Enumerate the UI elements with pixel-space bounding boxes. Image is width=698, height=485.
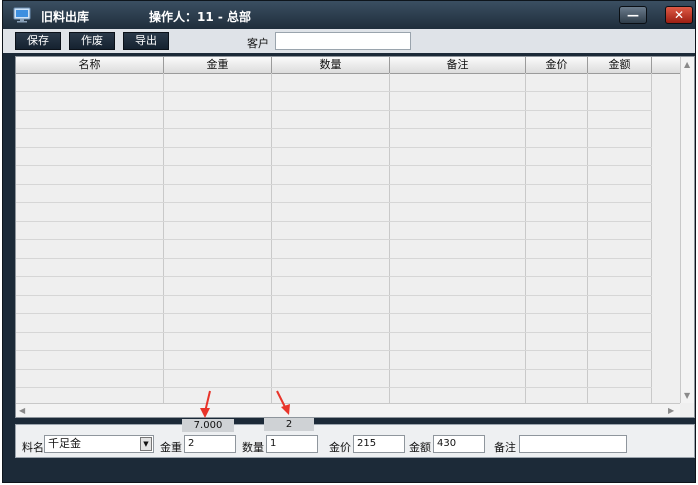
- grid-row-line: [16, 387, 652, 388]
- gold-price-label: 金价: [329, 441, 351, 454]
- weight-callout-label: 7.000: [182, 419, 234, 432]
- column-divider: [525, 73, 526, 403]
- horizontal-scrollbar[interactable]: ◀ ▶: [16, 403, 680, 417]
- scroll-down-icon[interactable]: ▼: [684, 391, 690, 401]
- quantity-input[interactable]: 1: [266, 435, 318, 453]
- customer-label: 客户: [247, 37, 269, 50]
- column-header-remark[interactable]: 备注: [390, 57, 526, 73]
- remark-input[interactable]: [519, 435, 627, 453]
- title-bar: 旧料出库 操作人：11 - 总部 — ✕: [3, 1, 695, 29]
- grid-row-line: [16, 239, 652, 240]
- grid-row-line: [16, 128, 652, 129]
- entry-panel: 料名 千足金 ▼ 金重 2 数量 1 金价 215 金额 430 备注: [15, 424, 695, 458]
- operator-label: 操作人：11 - 总部: [149, 10, 252, 24]
- close-button[interactable]: ✕: [665, 6, 693, 24]
- column-divider: [163, 73, 164, 403]
- grid-row-line: [16, 110, 652, 111]
- column-divider: [389, 73, 390, 403]
- save-button[interactable]: 保存: [15, 32, 61, 50]
- grid-row-line: [16, 369, 652, 370]
- grid-row-line: [16, 276, 652, 277]
- export-button[interactable]: 导出: [123, 32, 169, 50]
- column-divider: [271, 73, 272, 403]
- grid-row-line: [16, 258, 652, 259]
- customer-input[interactable]: [275, 32, 411, 50]
- grid-row-line: [16, 184, 652, 185]
- gold-weight-input[interactable]: 2: [184, 435, 236, 453]
- window-title: 旧料出库: [41, 10, 90, 24]
- quantity-callout-label: 2: [264, 418, 314, 431]
- material-select[interactable]: 千足金 ▼: [44, 435, 154, 453]
- chevron-down-icon[interactable]: ▼: [140, 437, 152, 451]
- column-header-gold-weight[interactable]: 金重: [164, 57, 272, 73]
- remark-label: 备注: [494, 441, 516, 454]
- grid-row-line: [16, 332, 652, 333]
- column-header-name[interactable]: 名称: [16, 57, 164, 73]
- scroll-right-icon[interactable]: ▶: [668, 406, 674, 416]
- data-grid[interactable]: 名称 金重 数量 备注 金价 金额 ▲ ▼ ◀ ▶: [15, 56, 695, 418]
- gold-weight-label: 金重: [160, 441, 182, 454]
- grid-row-line: [16, 91, 652, 92]
- column-header-gold-price[interactable]: 金价: [526, 57, 588, 73]
- amount-input[interactable]: 430: [433, 435, 485, 453]
- column-divider: [651, 73, 652, 403]
- grid-header: 名称 金重 数量 备注 金价 金额: [16, 57, 694, 74]
- amount-label: 金额: [409, 441, 431, 454]
- void-button[interactable]: 作废: [69, 32, 115, 50]
- material-value: 千足金: [48, 437, 81, 450]
- grid-row-line: [16, 350, 652, 351]
- material-label: 料名: [22, 441, 44, 454]
- grid-row-line: [16, 147, 652, 148]
- grid-row-line: [16, 295, 652, 296]
- quantity-label: 数量: [242, 441, 264, 454]
- column-header-amount[interactable]: 金额: [588, 57, 652, 73]
- gold-price-input[interactable]: 215: [353, 435, 405, 453]
- minimize-button[interactable]: —: [619, 6, 647, 24]
- toolbar: 保存 作废 导出 客户: [3, 29, 695, 53]
- scroll-up-icon[interactable]: ▲: [684, 60, 690, 70]
- grid-row-line: [16, 202, 652, 203]
- app-window: 旧料出库 操作人：11 - 总部 — ✕ 保存 作废 导出 客户 名称 金重 数…: [2, 0, 696, 483]
- grid-row-line: [16, 313, 652, 314]
- monitor-icon: [13, 7, 31, 23]
- grid-row-line: [16, 165, 652, 166]
- vertical-scrollbar[interactable]: ▲ ▼: [680, 57, 694, 403]
- column-divider: [587, 73, 588, 403]
- column-header-quantity[interactable]: 数量: [272, 57, 390, 73]
- scroll-left-icon[interactable]: ◀: [19, 406, 25, 416]
- grid-row-line: [16, 221, 652, 222]
